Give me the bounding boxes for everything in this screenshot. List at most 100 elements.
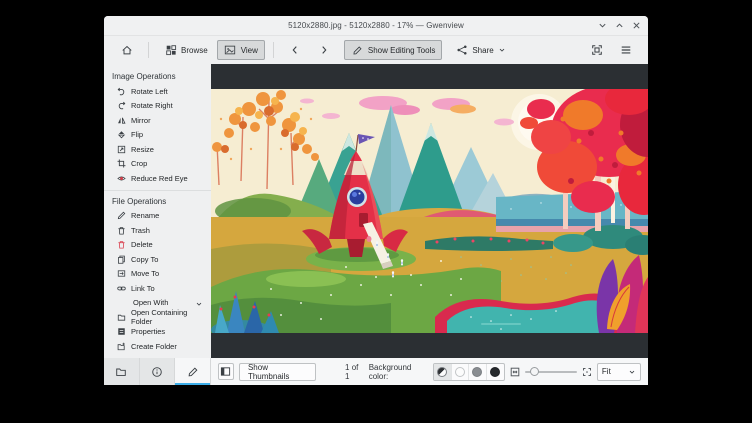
toolbar-separator bbox=[273, 42, 274, 58]
fullscreen-icon bbox=[590, 44, 603, 57]
status-bar: Show Thumbnails 1 of 1 Background color: bbox=[211, 358, 648, 385]
sidebar-item-properties[interactable]: Properties bbox=[104, 325, 211, 340]
actual-size-icon bbox=[582, 367, 592, 377]
minimize-button[interactable] bbox=[597, 21, 607, 31]
sidebar-item-label: Rotate Left bbox=[131, 87, 168, 96]
red-eye-icon bbox=[117, 174, 126, 183]
photo bbox=[211, 89, 648, 333]
share-icon bbox=[455, 44, 468, 57]
view-button[interactable]: View bbox=[217, 40, 265, 60]
bg-color-gray-button[interactable] bbox=[469, 364, 487, 380]
tab-folders[interactable] bbox=[104, 358, 140, 385]
zoom-actual-size-button[interactable] bbox=[582, 366, 592, 377]
main-toolbar: Browse View Show Editing Tools bbox=[104, 36, 648, 64]
thumbnail-bar-toggle-button[interactable] bbox=[218, 363, 234, 380]
background-color-swatches bbox=[433, 363, 505, 381]
file-operations-title: File Operations bbox=[104, 194, 211, 209]
image-view[interactable] bbox=[211, 64, 648, 358]
close-icon bbox=[632, 21, 641, 30]
pencil-icon bbox=[187, 366, 199, 378]
sidebar-item-label: Trash bbox=[131, 226, 150, 235]
chevron-right-icon bbox=[318, 44, 331, 57]
chevron-down-icon bbox=[598, 21, 607, 30]
show-thumbnails-button[interactable]: Show Thumbnails bbox=[239, 363, 316, 381]
zoom-out-fit-button[interactable] bbox=[510, 366, 520, 377]
sidebar-item-rotate-right[interactable]: Rotate Right bbox=[104, 99, 211, 114]
show-editing-tools-button[interactable]: Show Editing Tools bbox=[344, 40, 442, 60]
sidebar-item-mirror[interactable]: Mirror bbox=[104, 113, 211, 128]
light-color-icon bbox=[455, 367, 465, 377]
toolbar-separator bbox=[148, 42, 149, 58]
rotate-left-icon bbox=[117, 87, 126, 96]
share-button[interactable]: Share bbox=[448, 40, 512, 60]
close-button[interactable] bbox=[631, 21, 641, 31]
back-button[interactable] bbox=[282, 40, 309, 60]
info-icon bbox=[151, 366, 163, 378]
sidebar-item-create-folder[interactable]: Create Folder bbox=[104, 339, 211, 354]
menu-button[interactable] bbox=[612, 40, 639, 60]
sidebar-item-label: Rename bbox=[131, 211, 159, 220]
pencil-icon bbox=[351, 44, 364, 57]
zoom-slider-handle[interactable] bbox=[530, 367, 539, 376]
sidebar-item-reduce-red-eye[interactable]: Reduce Red Eye bbox=[104, 171, 211, 186]
crop-icon bbox=[117, 159, 126, 168]
delete-icon bbox=[117, 240, 126, 249]
background-color-label: Background color: bbox=[369, 363, 428, 381]
home-icon bbox=[120, 44, 133, 57]
sidebar-item-rename[interactable]: Rename bbox=[104, 209, 211, 224]
tab-information[interactable] bbox=[140, 358, 176, 385]
zoom-mode-select[interactable]: Fit bbox=[597, 363, 641, 381]
auto-color-icon bbox=[437, 367, 447, 377]
zoom-slider[interactable] bbox=[525, 363, 577, 381]
window-title: 5120x2880.jpg - 5120x2880 - 17% — Gwenvi… bbox=[288, 21, 464, 30]
tab-operations[interactable] bbox=[175, 358, 211, 385]
rotate-right-icon bbox=[117, 101, 126, 110]
forward-button[interactable] bbox=[311, 40, 338, 60]
move-icon bbox=[117, 269, 126, 278]
sidebar-item-resize[interactable]: Resize bbox=[104, 142, 211, 157]
fullscreen-button[interactable] bbox=[583, 40, 610, 60]
mirror-icon bbox=[117, 116, 126, 125]
trash-icon bbox=[117, 226, 126, 235]
sidebar-item-rotate-left[interactable]: Rotate Left bbox=[104, 84, 211, 99]
browse-label: Browse bbox=[181, 46, 208, 55]
window-body: Image Operations Rotate Left Rotate Righ… bbox=[104, 64, 648, 358]
rename-pencil-icon bbox=[117, 211, 126, 220]
zoom-controls: Background color: Fit bbox=[369, 363, 641, 381]
folder-icon bbox=[117, 313, 126, 322]
hamburger-icon bbox=[619, 44, 632, 57]
sidebar-item-label: Copy To bbox=[131, 255, 158, 264]
sidebar-item-label: Create Folder bbox=[131, 342, 177, 351]
sidebar-item-label: Mirror bbox=[131, 116, 151, 125]
sidebar-item-link-to[interactable]: Link To bbox=[104, 281, 211, 296]
sidebar-item-open-containing-folder[interactable]: Open Containing Folder bbox=[104, 310, 211, 325]
browse-button[interactable]: Browse bbox=[157, 40, 215, 60]
share-label: Share bbox=[472, 46, 493, 55]
sidebar-item-flip[interactable]: Flip bbox=[104, 128, 211, 143]
thumbnail-bar-icon bbox=[220, 366, 231, 377]
sidebar-item-copy-to[interactable]: Copy To bbox=[104, 252, 211, 267]
sidebar-item-label: Delete bbox=[131, 240, 153, 249]
sidebar-item-label: Flip bbox=[131, 130, 143, 139]
sidebar-tabs bbox=[104, 358, 211, 385]
maximize-button[interactable] bbox=[614, 21, 624, 31]
chevron-down-icon bbox=[195, 300, 203, 308]
gwenview-window: 5120x2880.jpg - 5120x2880 - 17% — Gwenvi… bbox=[104, 16, 648, 385]
sidebar-item-delete[interactable]: Delete bbox=[104, 238, 211, 253]
home-button[interactable] bbox=[113, 40, 140, 60]
bg-color-light-button[interactable] bbox=[452, 364, 470, 380]
chevron-down-icon bbox=[498, 46, 506, 54]
resize-icon bbox=[117, 145, 126, 154]
copy-icon bbox=[117, 255, 126, 264]
chevron-up-icon bbox=[615, 21, 624, 30]
titlebar[interactable]: 5120x2880.jpg - 5120x2880 - 17% — Gwenvi… bbox=[104, 16, 648, 36]
black-color-icon bbox=[490, 367, 500, 377]
sidebar-item-crop[interactable]: Crop bbox=[104, 157, 211, 172]
bg-color-black-button[interactable] bbox=[487, 364, 504, 380]
sidebar-item-trash[interactable]: Trash bbox=[104, 223, 211, 238]
bg-color-auto-button[interactable] bbox=[434, 364, 452, 380]
sidebar-separator bbox=[104, 190, 211, 191]
show-thumbnails-label: Show Thumbnails bbox=[248, 363, 307, 381]
chevron-down-icon bbox=[628, 368, 636, 376]
sidebar-item-move-to[interactable]: Move To bbox=[104, 267, 211, 282]
